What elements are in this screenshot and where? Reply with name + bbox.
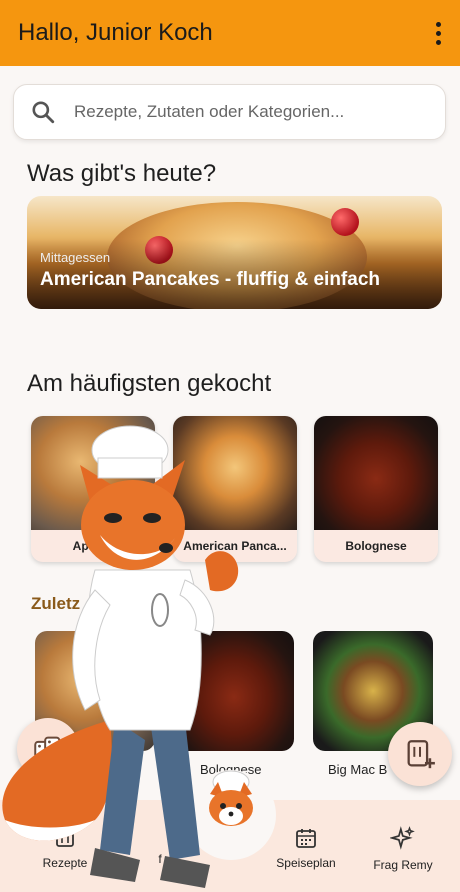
- nav-label: Frag Remy: [373, 858, 433, 872]
- search-bar[interactable]: [13, 84, 446, 140]
- search-icon: [32, 101, 55, 124]
- nav-item-frag-remy[interactable]: Frag Remy: [358, 826, 448, 872]
- recipe-image: [314, 416, 438, 530]
- calendar-icon: [296, 829, 316, 848]
- recent-label: Big Mac B: [328, 762, 388, 777]
- fox-chef-mascot: [2, 425, 239, 888]
- add-recipe-icon: [407, 740, 435, 769]
- sparkles-icon: [390, 826, 415, 850]
- search-input[interactable]: [74, 102, 429, 122]
- section-title-today: Was gibt's heute?: [27, 160, 217, 187]
- recipe-label: Bolognese: [345, 539, 407, 553]
- nav-label: Speiseplan: [276, 856, 336, 870]
- app-bar: Hallo, Junior Koch: [0, 0, 460, 66]
- featured-title: American Pancakes - fluffig & einfach: [40, 269, 380, 290]
- featured-category: Mittagessen: [40, 250, 111, 265]
- most-cooked-card[interactable]: Bolognese: [314, 416, 438, 562]
- nav-item-speiseplan[interactable]: Speiseplan: [261, 826, 351, 870]
- page-title: Hallo, Junior Koch: [18, 19, 213, 46]
- section-title-most-cooked: Am häufigsten gekocht: [27, 370, 272, 397]
- berry-decoration: [331, 208, 359, 236]
- more-vert-icon[interactable]: [428, 15, 448, 51]
- add-recipe-button[interactable]: [388, 722, 452, 786]
- featured-recipe-card[interactable]: Mittagessen American Pancakes - fluffig …: [27, 196, 442, 309]
